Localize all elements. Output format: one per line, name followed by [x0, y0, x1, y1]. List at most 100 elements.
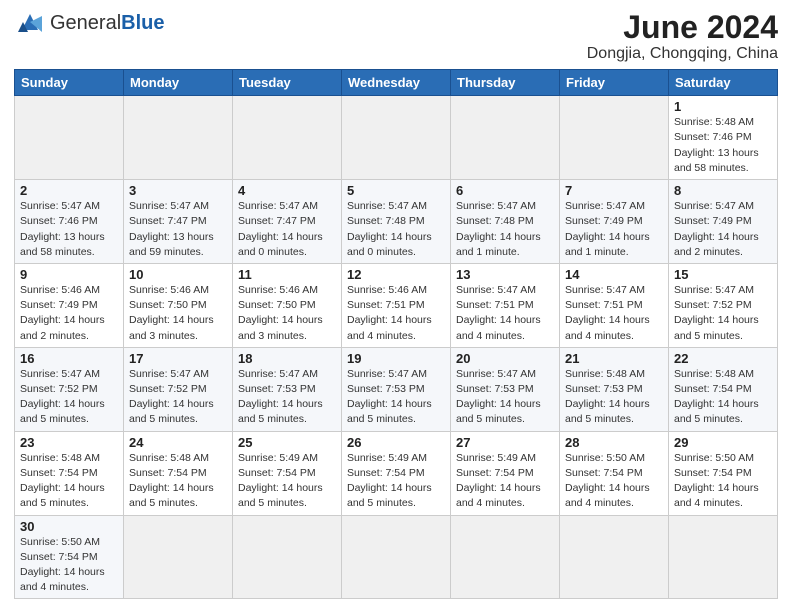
- logo-text: GeneralBlue: [50, 13, 165, 34]
- day-info: Sunrise: 5:48 AM Sunset: 7:53 PM Dayligh…: [565, 367, 663, 428]
- title-block: June 2024 Dongjia, Chongqing, China: [587, 10, 778, 63]
- logo-icon: [14, 10, 46, 36]
- calendar-cell: [560, 96, 669, 180]
- day-number: 18: [238, 351, 336, 366]
- calendar-cell: 16Sunrise: 5:47 AM Sunset: 7:52 PM Dayli…: [15, 347, 124, 431]
- day-number: 22: [674, 351, 772, 366]
- day-number: 10: [129, 267, 227, 282]
- calendar-week-row: 9Sunrise: 5:46 AM Sunset: 7:49 PM Daylig…: [15, 263, 778, 347]
- calendar-week-row: 16Sunrise: 5:47 AM Sunset: 7:52 PM Dayli…: [15, 347, 778, 431]
- calendar-cell: 11Sunrise: 5:46 AM Sunset: 7:50 PM Dayli…: [233, 263, 342, 347]
- calendar-cell: 3Sunrise: 5:47 AM Sunset: 7:47 PM Daylig…: [124, 180, 233, 264]
- day-info: Sunrise: 5:49 AM Sunset: 7:54 PM Dayligh…: [238, 451, 336, 512]
- day-info: Sunrise: 5:47 AM Sunset: 7:48 PM Dayligh…: [347, 199, 445, 260]
- calendar-cell: [233, 96, 342, 180]
- calendar-cell: [451, 515, 560, 599]
- day-info: Sunrise: 5:50 AM Sunset: 7:54 PM Dayligh…: [565, 451, 663, 512]
- month-year: June 2024: [587, 10, 778, 45]
- day-info: Sunrise: 5:47 AM Sunset: 7:47 PM Dayligh…: [238, 199, 336, 260]
- header: GeneralBlue June 2024 Dongjia, Chongqing…: [14, 10, 778, 63]
- day-number: 9: [20, 267, 118, 282]
- day-number: 30: [20, 519, 118, 534]
- calendar-cell: 7Sunrise: 5:47 AM Sunset: 7:49 PM Daylig…: [560, 180, 669, 264]
- calendar-cell: 10Sunrise: 5:46 AM Sunset: 7:50 PM Dayli…: [124, 263, 233, 347]
- calendar-cell: 6Sunrise: 5:47 AM Sunset: 7:48 PM Daylig…: [451, 180, 560, 264]
- day-number: 11: [238, 267, 336, 282]
- day-number: 8: [674, 183, 772, 198]
- day-info: Sunrise: 5:47 AM Sunset: 7:47 PM Dayligh…: [129, 199, 227, 260]
- calendar-cell: 20Sunrise: 5:47 AM Sunset: 7:53 PM Dayli…: [451, 347, 560, 431]
- day-number: 26: [347, 435, 445, 450]
- day-info: Sunrise: 5:46 AM Sunset: 7:50 PM Dayligh…: [238, 283, 336, 344]
- calendar-cell: [233, 515, 342, 599]
- day-number: 12: [347, 267, 445, 282]
- day-number: 4: [238, 183, 336, 198]
- calendar-cell: 9Sunrise: 5:46 AM Sunset: 7:49 PM Daylig…: [15, 263, 124, 347]
- day-number: 5: [347, 183, 445, 198]
- day-info: Sunrise: 5:47 AM Sunset: 7:53 PM Dayligh…: [347, 367, 445, 428]
- day-info: Sunrise: 5:47 AM Sunset: 7:52 PM Dayligh…: [674, 283, 772, 344]
- day-info: Sunrise: 5:47 AM Sunset: 7:49 PM Dayligh…: [674, 199, 772, 260]
- calendar-cell: 15Sunrise: 5:47 AM Sunset: 7:52 PM Dayli…: [669, 263, 778, 347]
- calendar: SundayMondayTuesdayWednesdayThursdayFrid…: [14, 69, 778, 599]
- calendar-cell: 21Sunrise: 5:48 AM Sunset: 7:53 PM Dayli…: [560, 347, 669, 431]
- day-number: 16: [20, 351, 118, 366]
- weekday-header-sunday: Sunday: [15, 70, 124, 96]
- day-number: 13: [456, 267, 554, 282]
- weekday-header-friday: Friday: [560, 70, 669, 96]
- weekday-header-thursday: Thursday: [451, 70, 560, 96]
- day-number: 27: [456, 435, 554, 450]
- calendar-cell: 30Sunrise: 5:50 AM Sunset: 7:54 PM Dayli…: [15, 515, 124, 599]
- day-number: 2: [20, 183, 118, 198]
- calendar-cell: 4Sunrise: 5:47 AM Sunset: 7:47 PM Daylig…: [233, 180, 342, 264]
- calendar-cell: 22Sunrise: 5:48 AM Sunset: 7:54 PM Dayli…: [669, 347, 778, 431]
- calendar-cell: [124, 96, 233, 180]
- calendar-cell: 17Sunrise: 5:47 AM Sunset: 7:52 PM Dayli…: [124, 347, 233, 431]
- day-info: Sunrise: 5:47 AM Sunset: 7:51 PM Dayligh…: [456, 283, 554, 344]
- day-info: Sunrise: 5:47 AM Sunset: 7:46 PM Dayligh…: [20, 199, 118, 260]
- calendar-cell: 24Sunrise: 5:48 AM Sunset: 7:54 PM Dayli…: [124, 431, 233, 515]
- day-info: Sunrise: 5:47 AM Sunset: 7:48 PM Dayligh…: [456, 199, 554, 260]
- calendar-cell: 5Sunrise: 5:47 AM Sunset: 7:48 PM Daylig…: [342, 180, 451, 264]
- day-info: Sunrise: 5:47 AM Sunset: 7:49 PM Dayligh…: [565, 199, 663, 260]
- day-number: 24: [129, 435, 227, 450]
- weekday-header-row: SundayMondayTuesdayWednesdayThursdayFrid…: [15, 70, 778, 96]
- calendar-cell: 19Sunrise: 5:47 AM Sunset: 7:53 PM Dayli…: [342, 347, 451, 431]
- calendar-week-row: 1Sunrise: 5:48 AM Sunset: 7:46 PM Daylig…: [15, 96, 778, 180]
- day-number: 7: [565, 183, 663, 198]
- day-number: 17: [129, 351, 227, 366]
- calendar-cell: 27Sunrise: 5:49 AM Sunset: 7:54 PM Dayli…: [451, 431, 560, 515]
- day-info: Sunrise: 5:47 AM Sunset: 7:51 PM Dayligh…: [565, 283, 663, 344]
- day-number: 15: [674, 267, 772, 282]
- calendar-week-row: 2Sunrise: 5:47 AM Sunset: 7:46 PM Daylig…: [15, 180, 778, 264]
- calendar-cell: 18Sunrise: 5:47 AM Sunset: 7:53 PM Dayli…: [233, 347, 342, 431]
- day-info: Sunrise: 5:46 AM Sunset: 7:51 PM Dayligh…: [347, 283, 445, 344]
- day-info: Sunrise: 5:47 AM Sunset: 7:53 PM Dayligh…: [238, 367, 336, 428]
- day-number: 6: [456, 183, 554, 198]
- weekday-header-tuesday: Tuesday: [233, 70, 342, 96]
- weekday-header-saturday: Saturday: [669, 70, 778, 96]
- calendar-cell: [124, 515, 233, 599]
- day-number: 21: [565, 351, 663, 366]
- day-info: Sunrise: 5:46 AM Sunset: 7:50 PM Dayligh…: [129, 283, 227, 344]
- calendar-cell: 28Sunrise: 5:50 AM Sunset: 7:54 PM Dayli…: [560, 431, 669, 515]
- weekday-header-wednesday: Wednesday: [342, 70, 451, 96]
- calendar-cell: 8Sunrise: 5:47 AM Sunset: 7:49 PM Daylig…: [669, 180, 778, 264]
- day-info: Sunrise: 5:50 AM Sunset: 7:54 PM Dayligh…: [674, 451, 772, 512]
- calendar-cell: [451, 96, 560, 180]
- logo: GeneralBlue: [14, 10, 165, 36]
- calendar-cell: 1Sunrise: 5:48 AM Sunset: 7:46 PM Daylig…: [669, 96, 778, 180]
- day-number: 23: [20, 435, 118, 450]
- calendar-cell: [342, 96, 451, 180]
- day-info: Sunrise: 5:48 AM Sunset: 7:54 PM Dayligh…: [20, 451, 118, 512]
- day-number: 3: [129, 183, 227, 198]
- calendar-cell: 13Sunrise: 5:47 AM Sunset: 7:51 PM Dayli…: [451, 263, 560, 347]
- day-info: Sunrise: 5:47 AM Sunset: 7:52 PM Dayligh…: [20, 367, 118, 428]
- calendar-cell: 25Sunrise: 5:49 AM Sunset: 7:54 PM Dayli…: [233, 431, 342, 515]
- day-number: 19: [347, 351, 445, 366]
- day-number: 29: [674, 435, 772, 450]
- calendar-cell: [342, 515, 451, 599]
- day-number: 28: [565, 435, 663, 450]
- calendar-cell: [669, 515, 778, 599]
- calendar-week-row: 23Sunrise: 5:48 AM Sunset: 7:54 PM Dayli…: [15, 431, 778, 515]
